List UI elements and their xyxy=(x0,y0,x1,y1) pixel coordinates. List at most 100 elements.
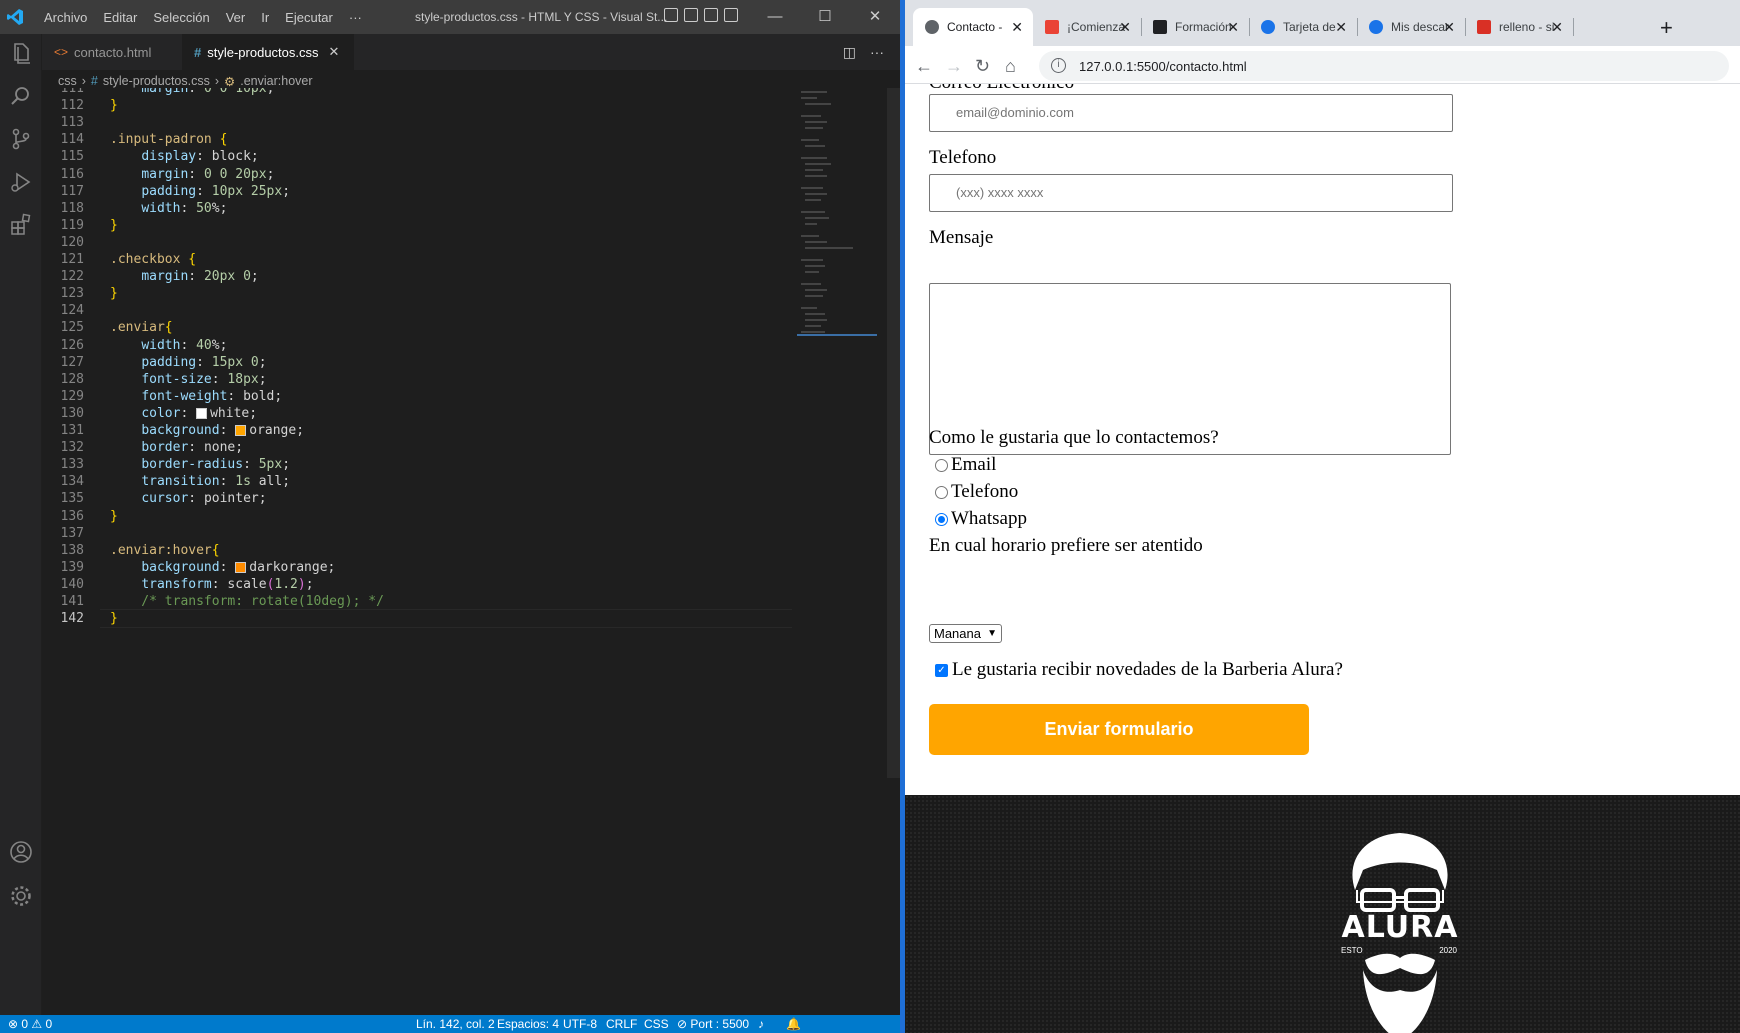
menu-ir[interactable]: Ir xyxy=(253,10,277,25)
new-tab-icon[interactable]: + xyxy=(1660,15,1673,41)
customize-layout-icon[interactable] xyxy=(724,8,738,22)
breadcrumb-folder[interactable]: css xyxy=(58,74,77,88)
menu-archivo[interactable]: Archivo xyxy=(36,10,95,25)
browser-window: Contacto - ✕ ¡Comienza ✕ Formación ✕ Tar… xyxy=(905,0,1740,1033)
radio-button[interactable] xyxy=(935,458,948,472)
radio-label: Telefono xyxy=(951,481,1019,502)
address-bar[interactable]: i 127.0.0.1:5500/contacto.html xyxy=(1039,51,1729,81)
selector-symbol-icon: ⚙ xyxy=(224,74,236,89)
radio-label: Email xyxy=(951,454,997,475)
radio-email[interactable]: Email xyxy=(935,454,996,476)
maximize-icon[interactable]: ☐ xyxy=(800,0,850,34)
radio-label: Whatsapp xyxy=(951,508,1027,529)
email-label: Correo Electronico xyxy=(929,84,1074,94)
close-tab-icon[interactable]: ✕ xyxy=(1011,19,1023,36)
close-tab-icon[interactable]: ✕ xyxy=(1227,19,1239,36)
css-file-icon: # xyxy=(90,74,98,88)
menu-editar[interactable]: Editar xyxy=(95,10,145,25)
forward-arrow-icon[interactable]: → xyxy=(945,56,963,77)
live-server-port[interactable]: ⊘ Port : 5500 xyxy=(677,1017,749,1031)
select-value: Manana xyxy=(934,626,981,641)
source-control-icon[interactable] xyxy=(8,126,34,152)
search-icon[interactable] xyxy=(8,83,34,109)
toggle-sidebar-icon[interactable] xyxy=(664,8,678,22)
tab-label: contacto.html xyxy=(74,44,152,60)
checkbox-checked-icon[interactable]: ✓ xyxy=(935,663,948,677)
code-editor[interactable]: 111 margin: 0 0 10px; 112} 113 114 .input-pa… xyxy=(42,88,792,1015)
tab-contacto-html[interactable]: <> contacto.html xyxy=(42,34,182,70)
wordreference-icon xyxy=(1477,20,1491,34)
vertical-scrollbar[interactable] xyxy=(887,88,900,778)
radio-telefono[interactable]: Telefono xyxy=(935,481,1018,503)
more-actions-icon[interactable]: ··· xyxy=(870,44,884,61)
code-text: } xyxy=(110,611,118,627)
home-icon[interactable]: ⌂ xyxy=(1005,56,1016,77)
minimap[interactable] xyxy=(797,88,887,378)
encoding[interactable]: UTF-8 xyxy=(563,1017,597,1031)
submit-button[interactable]: Enviar formulario xyxy=(929,704,1309,755)
close-tab-icon[interactable]: ✕ xyxy=(1335,19,1347,36)
menu-ver[interactable]: Ver xyxy=(218,10,254,25)
close-window-icon[interactable]: ✕ xyxy=(850,0,900,34)
browser-tab-formacion[interactable]: Formación ✕ xyxy=(1141,8,1250,46)
language-mode[interactable]: CSS xyxy=(644,1017,669,1031)
browser-tab-contacto[interactable]: Contacto - ✕ xyxy=(913,8,1033,46)
html-file-icon: <> xyxy=(54,45,69,59)
close-tab-icon[interactable]: ✕ xyxy=(1119,19,1131,36)
email-field[interactable]: email@dominio.com xyxy=(929,94,1453,132)
code-line[interactable]: 142} xyxy=(42,609,792,628)
problems-indicator[interactable]: ⊗ 0 ⚠ 0 xyxy=(8,1017,52,1031)
brand-esto: ESTO xyxy=(1341,946,1363,955)
browser-tab-gmail[interactable]: ¡Comienza ✕ xyxy=(1033,8,1142,46)
menu-seleccion[interactable]: Selección xyxy=(145,10,217,25)
radio-button-selected[interactable] xyxy=(935,512,948,526)
indentation[interactable]: Espacios: 4 xyxy=(497,1017,559,1031)
menu-ejecutar[interactable]: Ejecutar xyxy=(277,10,341,25)
line-endings[interactable]: CRLF xyxy=(606,1017,637,1031)
browser-tab-descargas[interactable]: Mis descar ✕ xyxy=(1357,8,1466,46)
browser-tab-relleno[interactable]: relleno - si ✕ xyxy=(1465,8,1574,46)
breadcrumb-symbol[interactable]: .enviar:hover xyxy=(240,74,312,88)
feedback-icon[interactable]: ♪ xyxy=(758,1017,764,1031)
alura-icon xyxy=(1153,20,1167,34)
close-tab-icon[interactable]: ✕ xyxy=(329,44,340,60)
minimize-icon[interactable]: — xyxy=(750,0,800,34)
toggle-panel-icon[interactable] xyxy=(684,8,698,22)
settings-gear-icon[interactable] xyxy=(8,883,34,909)
cursor-position[interactable]: Lín. 142, col. 2 xyxy=(416,1017,495,1031)
close-tab-icon[interactable]: ✕ xyxy=(1551,19,1563,36)
chevron-right-icon: › xyxy=(81,74,86,88)
split-editor-icon[interactable]: ◫ xyxy=(843,44,856,61)
schedule-select[interactable]: Manana ▼ xyxy=(929,624,1002,643)
notifications-bell-icon[interactable]: 🔔 xyxy=(786,1017,801,1031)
back-arrow-icon[interactable]: ← xyxy=(915,56,933,77)
radio-whatsapp[interactable]: Whatsapp xyxy=(935,508,1027,530)
chevron-right-icon: › xyxy=(214,74,220,88)
vscode-logo-icon xyxy=(7,9,23,25)
run-debug-icon[interactable] xyxy=(8,169,34,195)
radio-button[interactable] xyxy=(935,485,948,499)
brand-year: 2020 xyxy=(1439,946,1457,955)
newsletter-checkbox[interactable]: ✓ Le gustaria recibir novedades de la Ba… xyxy=(935,659,1343,681)
tab-style-productos-css[interactable]: # style-productos.css ✕ xyxy=(182,34,354,70)
browser-tab-tarjeta[interactable]: Tarjeta de ✕ xyxy=(1249,8,1358,46)
line-number: 142 xyxy=(60,611,84,627)
tab-separator xyxy=(1573,18,1574,36)
breadcrumb-file[interactable]: style-productos.css xyxy=(103,74,210,88)
menu-more[interactable]: ··· xyxy=(341,10,370,25)
extensions-icon[interactable] xyxy=(8,212,34,238)
phone-field[interactable]: (xxx) xxxx xxxx xyxy=(929,174,1453,212)
explorer-icon[interactable] xyxy=(8,40,34,66)
reload-icon[interactable]: ↻ xyxy=(975,56,990,77)
tab-label: style-productos.css xyxy=(207,44,319,60)
contact-page: Correo Electronico email@dominio.com Tel… xyxy=(905,84,1740,1033)
accounts-icon[interactable] xyxy=(8,839,34,865)
browser-tab-strip: Contacto - ✕ ¡Comienza ✕ Formación ✕ Tar… xyxy=(905,0,1740,46)
title-bar: Archivo Editar Selección Ver Ir Ejecutar… xyxy=(0,0,900,34)
browser-toolbar: ← → ↻ ⌂ i 127.0.0.1:5500/contacto.html xyxy=(905,46,1740,84)
url-text: 127.0.0.1:5500/contacto.html xyxy=(1079,58,1247,74)
site-info-icon[interactable]: i xyxy=(1051,58,1066,73)
close-tab-icon[interactable]: ✕ xyxy=(1443,19,1455,36)
toggle-secondary-sidebar-icon[interactable] xyxy=(704,8,718,22)
chevron-down-icon: ▼ xyxy=(987,628,997,639)
